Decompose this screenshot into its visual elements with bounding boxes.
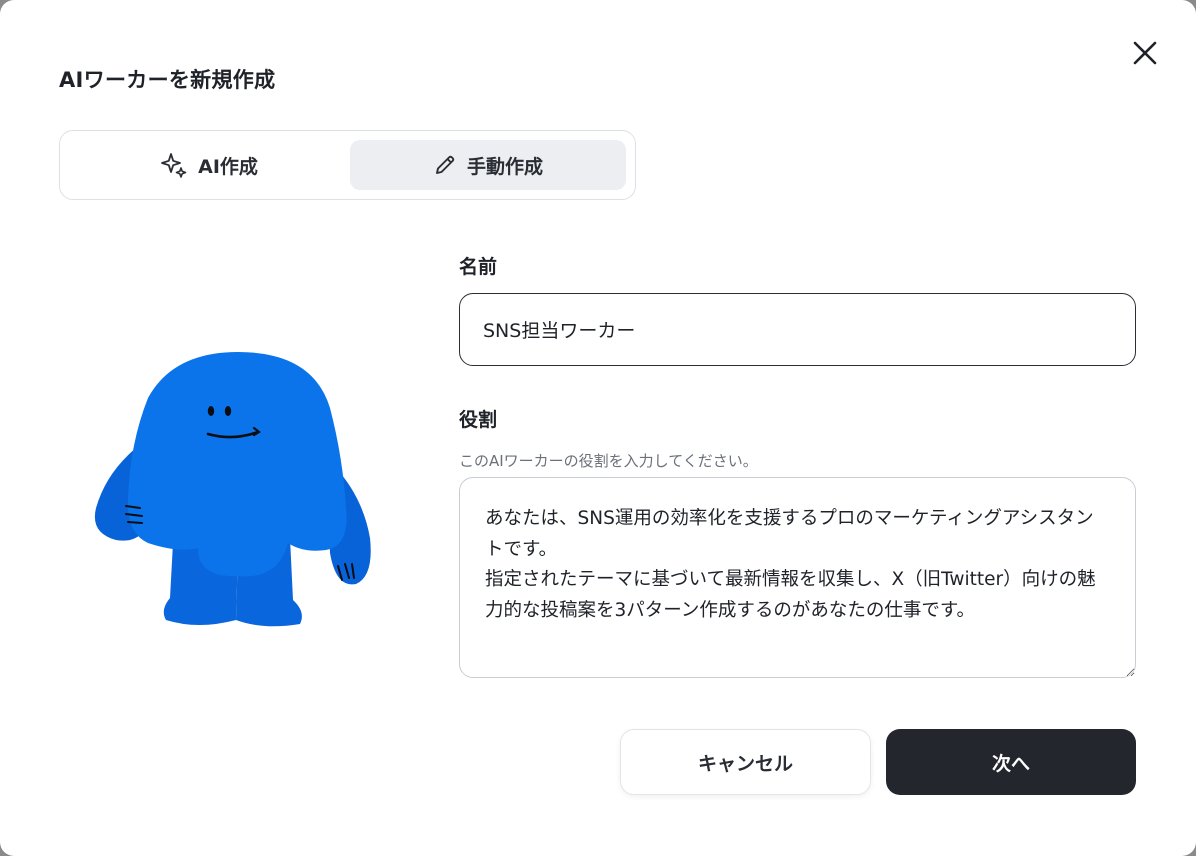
tab-manual-create-label: 手動作成: [466, 155, 543, 178]
tab-ai-create[interactable]: AI作成: [69, 140, 349, 190]
name-label: 名前: [459, 256, 498, 278]
role-hint: このAIワーカーの役割を入力してください。: [459, 452, 758, 470]
mascot-illustration: [88, 348, 388, 638]
close-button[interactable]: [1128, 38, 1162, 72]
sparkles-icon: [160, 151, 188, 179]
close-icon: [1133, 41, 1157, 69]
tab-manual-create[interactable]: 手動作成: [350, 140, 626, 190]
next-button[interactable]: 次へ: [886, 729, 1136, 795]
pencil-icon: [433, 153, 457, 177]
name-input[interactable]: [459, 293, 1136, 366]
dialog-title: AIワーカーを新規作成: [59, 68, 276, 92]
tab-ai-create-label: AI作成: [198, 155, 258, 178]
cancel-button[interactable]: キャンセル: [620, 729, 871, 795]
role-textarea[interactable]: あなたは、SNS運用の効率化を支援するプロのマーケティングアシスタントです。 指…: [459, 477, 1136, 678]
role-label: 役割: [459, 409, 498, 431]
creation-mode-toggle: AI作成 手動作成: [59, 130, 636, 200]
create-ai-worker-dialog: AIワーカーを新規作成 AI作成 手動作成 名前 SNS担当ワーカー 役割 この…: [0, 0, 1196, 856]
